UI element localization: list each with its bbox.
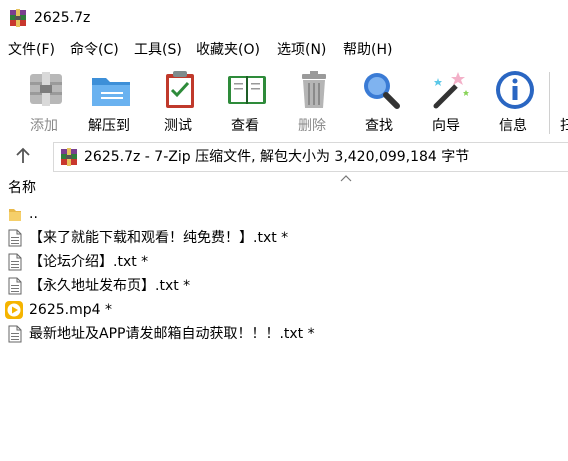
magnifier-icon [364, 73, 400, 109]
path-text: 2625.7z - 7-Zip 压缩文件, 解包大小为 3,420,099,18… [84, 149, 470, 165]
menu-help[interactable]: 帮助(H) [343, 38, 392, 62]
archive-icon [61, 148, 77, 166]
delete-button[interactable]: 删除 [280, 66, 344, 136]
menu-file[interactable]: 文件(F) [8, 38, 55, 62]
extract-to-label: 解压到 [88, 118, 130, 134]
list-item-name: 2625.mp4 * [29, 302, 112, 318]
trash-can-icon [302, 71, 326, 108]
folder-up-icon [9, 209, 21, 221]
extract-to-button[interactable]: 解压到 [77, 66, 141, 136]
list-item[interactable]: 【论坛介绍】.txt * [0, 250, 568, 274]
file-list[interactable]: 名称 .. 【来了就能下载和观看！纯免费！】.txt * 【论坛介绍】.txt … [0, 174, 568, 461]
list-item-name: .. [29, 206, 38, 222]
text-file-icon [8, 229, 22, 247]
info-label: 信息 [499, 118, 527, 134]
list-item[interactable]: 【来了就能下载和观看！纯免费！】.txt * [0, 226, 568, 250]
list-item-name: 【论坛介绍】.txt * [29, 254, 149, 270]
info-icon [496, 71, 534, 109]
column-header-name[interactable]: 名称 [0, 174, 568, 200]
list-item[interactable]: 2625.mp4 * [0, 298, 568, 322]
video-file-icon [5, 301, 23, 319]
view-button[interactable]: 查看 [213, 66, 277, 136]
more-tools-label[interactable]: 扫 [560, 117, 568, 135]
sort-ascending-icon [340, 175, 352, 182]
clipboard-check-icon [166, 71, 194, 108]
menu-tools[interactable]: 工具(S) [134, 38, 182, 62]
menu-options[interactable]: 选项(N) [277, 38, 326, 62]
find-label: 查找 [365, 118, 393, 134]
column-name-label: 名称 [8, 180, 36, 196]
address-bar: 2625.7z - 7-Zip 压缩文件, 解包大小为 3,420,099,18… [0, 140, 568, 172]
add-archive-icon [30, 72, 62, 106]
toolbar-separator [549, 72, 550, 134]
wizard-button[interactable]: 向导 [414, 66, 478, 136]
list-item[interactable]: 最新地址及APP请发邮箱自动获取！！！.txt * [0, 322, 568, 346]
find-button[interactable]: 查找 [347, 66, 411, 136]
winrar-app-icon [10, 9, 26, 27]
book-icon [228, 76, 266, 104]
wizard-label: 向导 [432, 118, 460, 134]
list-item-name: 最新地址及APP请发邮箱自动获取！！！.txt * [29, 326, 315, 342]
add-label: 添加 [30, 118, 58, 134]
up-arrow-icon[interactable] [6, 143, 40, 169]
text-file-icon [8, 253, 22, 271]
list-item[interactable]: 【永久地址发布页】.txt * [0, 274, 568, 298]
list-item-parent[interactable]: .. [0, 202, 568, 226]
list-item-name: 【永久地址发布页】.txt * [29, 278, 191, 294]
delete-label: 删除 [298, 118, 326, 134]
list-item-name: 【来了就能下载和观看！纯免费！】.txt * [29, 230, 289, 246]
magic-wand-icon [433, 72, 469, 109]
window-title: 2625.7z [34, 10, 91, 26]
menu-bar: 文件(F) 命令(C) 工具(S) 收藏夹(O) 选项(N) 帮助(H) [0, 38, 568, 62]
menu-commands[interactable]: 命令(C) [70, 38, 119, 62]
path-field[interactable]: 2625.7z - 7-Zip 压缩文件, 解包大小为 3,420,099,18… [53, 142, 568, 172]
toolbar: 添加 解压到 测试 查看 删除 查找 向导 信息 扫 [0, 62, 568, 138]
title-bar: 2625.7z [0, 0, 568, 36]
info-button[interactable]: 信息 [481, 66, 545, 136]
test-label: 测试 [164, 118, 192, 134]
extract-folder-icon [92, 78, 130, 106]
add-button[interactable]: 添加 [12, 66, 76, 136]
test-button[interactable]: 测试 [146, 66, 210, 136]
menu-favorites[interactable]: 收藏夹(O) [196, 38, 260, 62]
text-file-icon [8, 325, 22, 343]
view-label: 查看 [231, 118, 259, 134]
text-file-icon [8, 277, 22, 295]
